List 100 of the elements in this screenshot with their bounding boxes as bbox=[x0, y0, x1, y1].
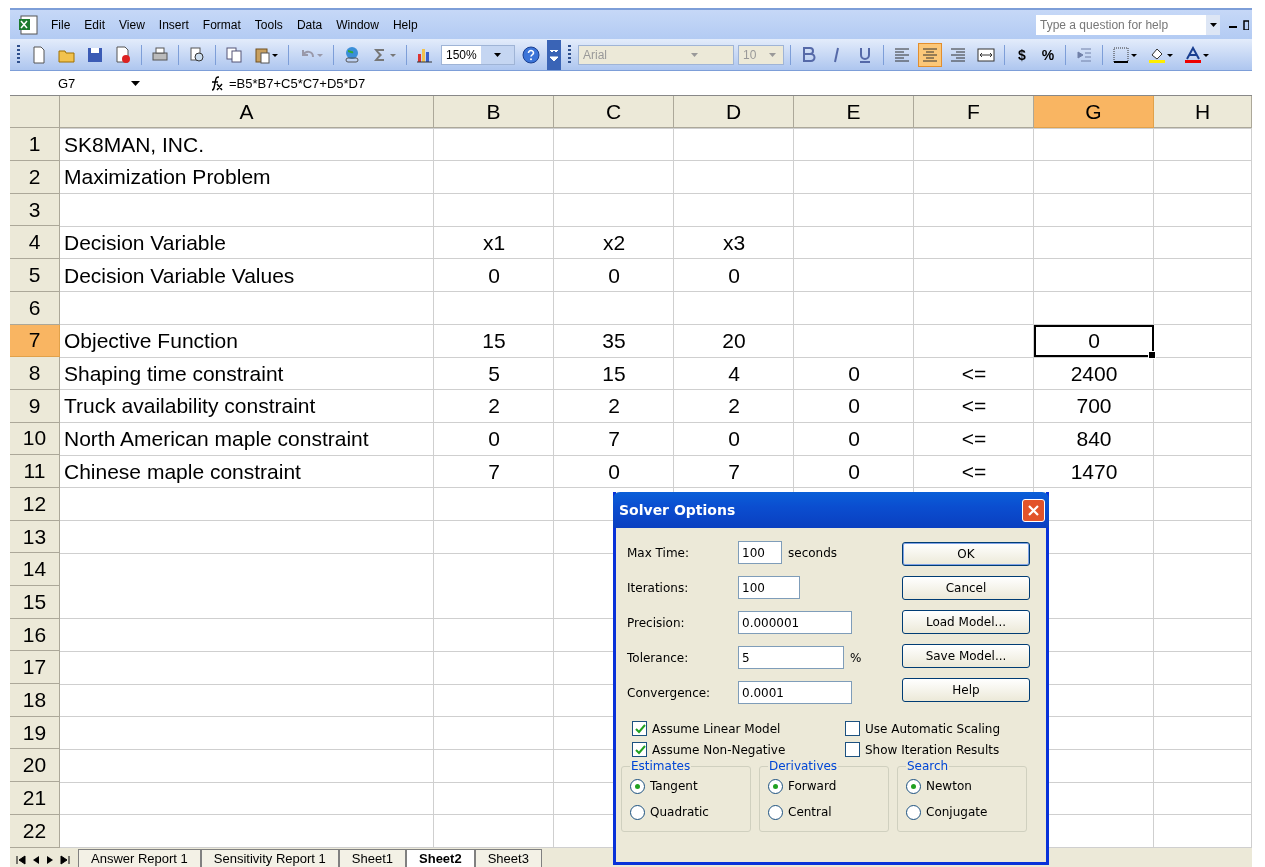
select-all-button[interactable] bbox=[10, 95, 60, 129]
checkbox[interactable] bbox=[632, 721, 647, 736]
row-header[interactable]: 5 bbox=[10, 259, 60, 292]
dialog-button[interactable]: OK bbox=[902, 542, 1030, 566]
input-field[interactable]: 0.0001 bbox=[738, 681, 852, 704]
menu-item[interactable]: File bbox=[44, 15, 78, 34]
input-field[interactable]: 100 bbox=[738, 576, 800, 599]
column-header[interactable]: E bbox=[794, 95, 914, 129]
sheet-tab[interactable]: Sheet2 bbox=[406, 849, 475, 867]
column-header[interactable]: B bbox=[434, 95, 554, 129]
sheet-tab[interactable]: Sheet3 bbox=[474, 849, 542, 867]
column-header[interactable]: C bbox=[554, 95, 674, 129]
menu-item[interactable]: Edit bbox=[77, 15, 113, 34]
menu-item[interactable]: Format bbox=[195, 15, 248, 34]
formula-field[interactable]: =B5*B7+C5*C7+D5*D7 bbox=[229, 75, 366, 91]
table-cell-text: 0 bbox=[847, 458, 861, 485]
row-header[interactable]: 15 bbox=[10, 586, 60, 619]
close-icon[interactable] bbox=[1027, 503, 1040, 517]
checkbox-label: Use Automatic Scaling bbox=[865, 721, 1001, 736]
input-field[interactable]: 5 bbox=[738, 646, 844, 669]
row-header[interactable]: 21 bbox=[10, 782, 60, 815]
row-header[interactable]: 16 bbox=[10, 618, 60, 652]
group-title: Estimates bbox=[630, 759, 692, 773]
sheet-tab[interactable]: Sheet1 bbox=[338, 849, 407, 867]
checkbox-label: Show Iteration Results bbox=[865, 742, 1000, 757]
dialog-button[interactable]: Load Model... bbox=[902, 610, 1030, 634]
menu-item[interactable]: Data bbox=[289, 15, 330, 34]
sheet-tab[interactable]: Answer Report 1 bbox=[78, 849, 201, 867]
table-cell-text: 0 bbox=[727, 262, 741, 289]
percent-button[interactable]: % bbox=[1037, 42, 1059, 67]
column-header[interactable]: D bbox=[674, 95, 794, 129]
row-header[interactable]: 6 bbox=[10, 291, 60, 325]
table-cell-text: 0 bbox=[847, 360, 861, 387]
radio-button[interactable] bbox=[906, 778, 921, 794]
row-header[interactable]: 2 bbox=[10, 161, 60, 194]
row-header[interactable]: 1 bbox=[10, 128, 60, 162]
menu-item[interactable]: Window bbox=[329, 15, 386, 34]
help-search-field[interactable]: Type a question for help bbox=[1036, 14, 1206, 35]
input-field[interactable]: 0.000001 bbox=[738, 611, 852, 634]
dropdown-arrow-icon[interactable] bbox=[1209, 22, 1217, 27]
table-cell-text: x1 bbox=[481, 229, 507, 256]
checkbox[interactable] bbox=[632, 742, 647, 757]
row-header[interactable]: 4 bbox=[10, 226, 60, 260]
row-header[interactable]: 9 bbox=[10, 389, 60, 423]
close-button[interactable] bbox=[1022, 498, 1045, 522]
checkbox[interactable] bbox=[845, 742, 860, 757]
menu-item[interactable]: Tools bbox=[247, 15, 290, 34]
align-center-icon[interactable] bbox=[918, 42, 942, 67]
table-cell-text: 0 bbox=[607, 458, 621, 485]
column-header[interactable]: H bbox=[1154, 95, 1252, 129]
restore-icon[interactable] bbox=[1243, 19, 1249, 30]
row-header[interactable]: 12 bbox=[10, 487, 60, 521]
fill-handle[interactable] bbox=[1148, 351, 1156, 360]
table-cell-text: Truck availability constraint bbox=[63, 393, 317, 420]
row-header[interactable]: 8 bbox=[10, 357, 60, 390]
last-sheet-icon[interactable] bbox=[60, 855, 70, 865]
first-sheet-icon[interactable] bbox=[16, 855, 26, 865]
dropdown-arrow-icon[interactable] bbox=[130, 80, 140, 86]
currency-button[interactable]: $ bbox=[1011, 42, 1033, 67]
row-header[interactable]: 11 bbox=[10, 455, 60, 488]
row-header[interactable]: 20 bbox=[10, 749, 60, 783]
radio-button[interactable] bbox=[768, 778, 783, 794]
previous-sheet-icon[interactable] bbox=[32, 855, 40, 865]
radio-label: Forward bbox=[788, 779, 837, 793]
toolbar-options-icon[interactable] bbox=[549, 47, 559, 62]
checkbox[interactable] bbox=[845, 721, 860, 736]
row-header[interactable]: 10 bbox=[10, 422, 60, 456]
radio-button[interactable] bbox=[768, 804, 783, 820]
dialog-button[interactable]: Save Model... bbox=[902, 644, 1030, 668]
row-header[interactable]: 14 bbox=[10, 553, 60, 587]
radio-button[interactable] bbox=[906, 804, 921, 820]
menu-item[interactable]: View bbox=[112, 15, 152, 34]
row-header[interactable]: 22 bbox=[10, 814, 60, 848]
table-cell-text: 7 bbox=[487, 458, 501, 485]
menu-item[interactable]: Help bbox=[385, 15, 425, 34]
radio-button[interactable] bbox=[630, 804, 645, 820]
dialog-button[interactable]: Help bbox=[902, 678, 1030, 702]
row-header[interactable]: 3 bbox=[10, 193, 60, 227]
row-header[interactable]: 7 bbox=[10, 324, 60, 358]
dropdown-arrow-icon[interactable] bbox=[493, 52, 501, 57]
next-sheet-icon[interactable] bbox=[46, 855, 54, 865]
name-box[interactable]: G7 bbox=[10, 73, 120, 94]
row-header[interactable]: 13 bbox=[10, 520, 60, 554]
row-header[interactable]: 19 bbox=[10, 716, 60, 750]
active-cell[interactable]: 0 bbox=[1034, 324, 1154, 358]
sheet-tab[interactable]: Sensitivity Report 1 bbox=[200, 849, 339, 867]
input-field[interactable]: 100 bbox=[738, 541, 782, 564]
menu-item[interactable]: Insert bbox=[151, 15, 196, 34]
column-header[interactable]: A bbox=[60, 95, 434, 129]
dialog-button[interactable]: Cancel bbox=[902, 576, 1030, 600]
row-header[interactable]: 18 bbox=[10, 684, 60, 717]
table-cell-text: 15 bbox=[481, 327, 507, 354]
column-header[interactable]: G bbox=[1034, 95, 1154, 129]
group-title: Search bbox=[906, 759, 950, 773]
row-header[interactable]: 17 bbox=[10, 651, 60, 685]
zoom-dropdown[interactable]: 150% bbox=[441, 44, 515, 65]
spreadsheet-app-icon[interactable] bbox=[18, 13, 38, 36]
column-header[interactable]: F bbox=[914, 95, 1034, 129]
table-cell-text: x2 bbox=[601, 229, 627, 256]
radio-button[interactable] bbox=[630, 778, 645, 794]
